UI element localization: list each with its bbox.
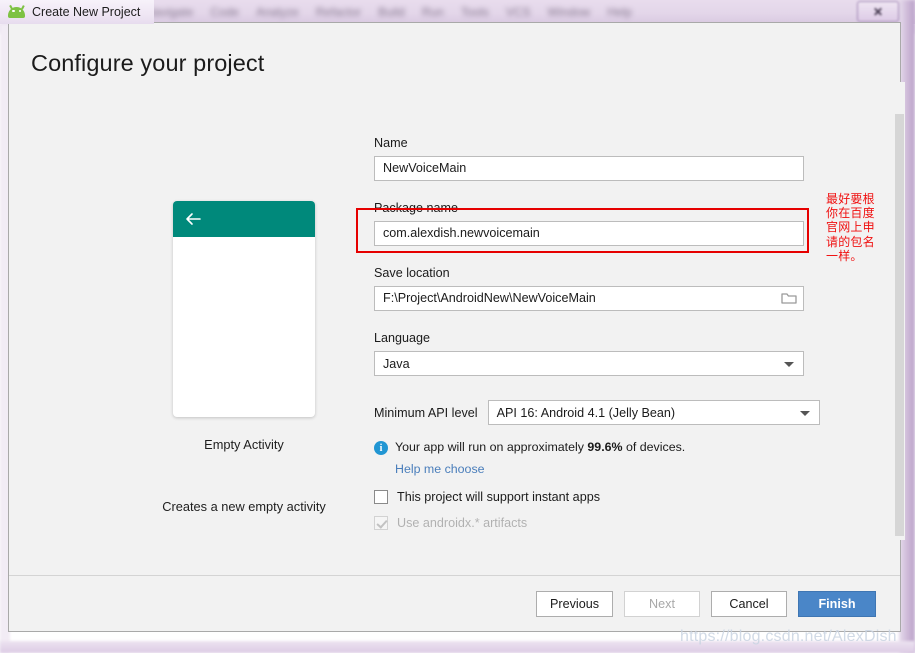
template-preview-card (173, 201, 315, 417)
help-me-choose-link[interactable]: Help me choose (395, 462, 844, 476)
ide-menu-item: Build (378, 5, 405, 19)
create-new-project-dialog: Configure your project Empty Activity Cr… (8, 22, 901, 632)
instant-apps-checkbox-row[interactable]: This project will support instant apps (374, 490, 844, 504)
chevron-down-icon (799, 411, 810, 416)
finish-button[interactable]: Finish (798, 590, 876, 617)
info-icon: i (374, 441, 388, 455)
dialog-button-bar: Previous Next Cancel Finish (9, 575, 900, 631)
ide-menu-item: Window (547, 5, 591, 19)
project-config-form: Name NewVoiceMain Package name com.alexd… (374, 136, 844, 530)
save-location-label: Save location (374, 266, 450, 280)
page-title: Configure your project (31, 50, 265, 76)
device-coverage-info: i Your app will run on approximately 99.… (374, 440, 844, 455)
dialog-titlebar: Create New Project (0, 0, 155, 24)
ide-menu-item: Refactor (315, 5, 362, 19)
language-select[interactable]: Java (374, 351, 804, 376)
content-scrollbar-thumb[interactable] (895, 114, 904, 536)
preview-appbar (173, 201, 315, 237)
instant-apps-label: This project will support instant apps (397, 490, 600, 504)
name-input[interactable]: NewVoiceMain (374, 156, 804, 181)
android-robot-icon (8, 4, 25, 19)
save-location-row: F:\Project\AndroidNew\NewVoiceMain (374, 286, 804, 311)
template-name: Empty Activity (204, 437, 284, 452)
minimum-api-label: Minimum API level (374, 405, 478, 420)
window-close-button[interactable]: ✕ (857, 1, 899, 22)
ide-menu-item: Tools (460, 5, 489, 19)
cancel-button[interactable]: Cancel (711, 590, 787, 617)
ide-bottom-edge (0, 641, 915, 653)
package-name-input[interactable]: com.alexdish.newvoicemain (374, 221, 804, 246)
androidx-label: Use androidx.* artifacts (397, 516, 528, 530)
template-preview-panel: Empty Activity Creates a new empty activ… (129, 201, 359, 514)
language-label: Language (374, 331, 431, 345)
ide-menu-item: Code (210, 5, 240, 19)
coverage-percent: 99.6% (587, 440, 623, 454)
coverage-text-after: of devices. (626, 440, 686, 454)
package-name-label: Package name (374, 201, 459, 215)
ide-menu-item: Analyze (256, 5, 299, 19)
ide-menubar-items: Navigate Code Analyze Refactor Build Run… (146, 3, 632, 21)
dialog-content-scroll-area: Empty Activity Creates a new empty activ… (9, 101, 900, 567)
content-divider (9, 567, 900, 568)
save-location-input[interactable]: F:\Project\AndroidNew\NewVoiceMain (374, 286, 804, 311)
ide-menu-item: Run (421, 5, 444, 19)
arrow-left-icon (186, 213, 201, 225)
instant-apps-checkbox[interactable] (374, 490, 388, 504)
minimum-api-select[interactable]: API 16: Android 4.1 (Jelly Bean) (487, 400, 820, 425)
template-description: Creates a new empty activity (162, 499, 326, 514)
previous-button[interactable]: Previous (536, 590, 613, 617)
minimum-api-selected-value: API 16: Android 4.1 (Jelly Bean) (496, 405, 676, 420)
minimum-api-row: Minimum API level API 16: Android 4.1 (J… (374, 400, 844, 425)
ide-menu-item: VCS (505, 5, 531, 19)
folder-icon[interactable] (781, 291, 797, 305)
chevron-down-icon (784, 362, 794, 367)
androidx-checkbox-row[interactable]: Use androidx.* artifacts (374, 516, 844, 530)
coverage-text-before: Your app will run on approximately (395, 440, 584, 454)
annotation-note: 最好要根你在百度官网上申请的包名一样。 (826, 192, 875, 263)
device-coverage-text: Your app will run on approximately 99.6%… (395, 440, 685, 454)
next-button: Next (624, 590, 700, 617)
androidx-checkbox[interactable] (374, 516, 388, 530)
name-label: Name (374, 136, 408, 150)
dialog-title: Create New Project (32, 5, 141, 19)
language-selected-value: Java (383, 356, 410, 371)
ide-menu-item: Help (607, 5, 632, 19)
